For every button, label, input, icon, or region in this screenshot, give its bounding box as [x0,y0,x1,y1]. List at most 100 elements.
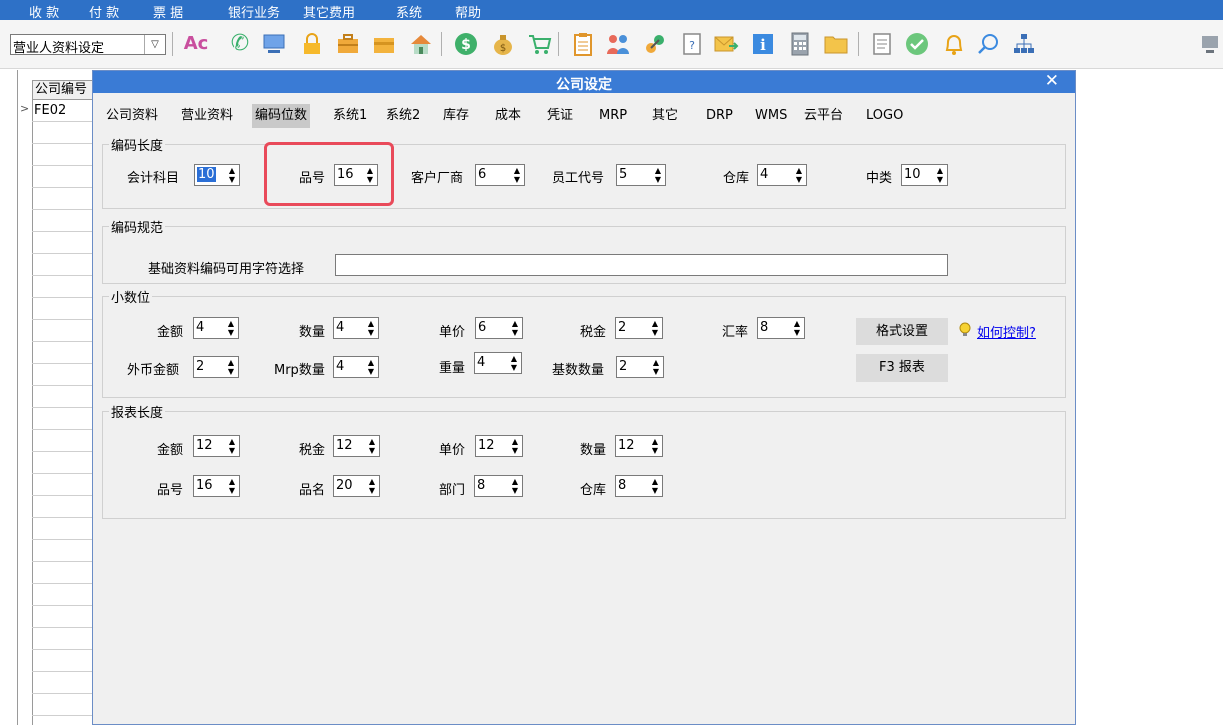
report-tax-spinner[interactable]: 12 ▲ ▼ [333,435,380,457]
briefcase-icon[interactable] [334,30,362,58]
menu-item-system[interactable]: 系统 [396,2,422,21]
monitor-icon[interactable] [260,30,288,58]
account-subject-spinner[interactable]: 10 ▲ ▼ [194,164,240,186]
spinner-arrows-icon[interactable]: ▲ ▼ [510,437,520,455]
report-warehouse-spinner[interactable]: 8 ▲ ▼ [615,475,663,497]
table-row[interactable] [32,386,96,408]
spinner-arrows-icon[interactable]: ▲ ▼ [650,437,660,455]
spinner-arrows-icon[interactable]: ▲ ▼ [366,358,376,376]
table-row[interactable] [32,298,96,320]
decimal-unit-price-spinner[interactable]: 6 ▲ ▼ [475,317,523,339]
decimal-quantity-spinner[interactable]: 4 ▲ ▼ [333,317,379,339]
tab-code-digits[interactable]: 编码位数 [252,104,311,128]
tab-system2[interactable]: 系统2 [383,104,423,128]
menu-item-help[interactable]: 帮助 [455,2,481,21]
spinner-arrows-icon[interactable]: ▲ ▼ [794,166,804,184]
table-row[interactable] [32,452,96,474]
tab-business-info[interactable]: 营业资料 [178,104,236,128]
table-row[interactable] [32,144,96,166]
table-row[interactable] [32,562,96,584]
table-row[interactable]: FE02 [32,100,96,122]
decimal-amount-spinner[interactable]: 4 ▲ ▼ [193,317,239,339]
menu-item-bank[interactable]: 银行业务 [228,2,280,21]
home-icon[interactable] [407,30,435,58]
money-bag-icon[interactable]: $ [489,30,517,58]
link-icon[interactable] [641,30,669,58]
tab-cost[interactable]: 成本 [492,104,524,128]
table-row[interactable] [32,540,96,562]
decimal-exchange-rate-spinner[interactable]: 8 ▲ ▼ [757,317,805,339]
info-icon[interactable]: i [749,30,777,58]
table-row[interactable] [32,518,96,540]
bell-icon[interactable] [940,30,968,58]
spinner-arrows-icon[interactable]: ▲ ▼ [510,319,520,337]
spinner-arrows-icon[interactable]: ▲ ▼ [227,437,237,455]
grid-header-company-code[interactable]: 公司编号 [32,80,96,100]
table-row[interactable] [32,276,96,298]
spinner-arrows-icon[interactable]: ▲ ▼ [935,166,945,184]
chevron-down-icon[interactable]: ▽ [144,35,165,54]
spinner-arrows-icon[interactable]: ▲ ▼ [509,354,519,372]
menu-item-bills[interactable]: 票 据 [153,2,183,21]
warehouse-code-spinner[interactable]: 4 ▲ ▼ [757,164,807,186]
menu-item-other-fees[interactable]: 其它费用 [303,2,355,21]
users-icon[interactable] [604,30,632,58]
table-row[interactable] [32,694,96,716]
table-row[interactable] [32,584,96,606]
spinner-arrows-icon[interactable]: ▲ ▼ [651,358,661,376]
spinner-arrows-icon[interactable]: ▲ ▼ [512,166,522,184]
report-department-spinner[interactable]: 8 ▲ ▼ [474,475,523,497]
menu-item-pay[interactable]: 付 款 [89,2,119,21]
table-row[interactable] [32,650,96,672]
tab-logo[interactable]: LOGO [863,104,906,128]
org-chart-icon[interactable] [1010,30,1038,58]
spinner-arrows-icon[interactable]: ▲ ▼ [650,477,660,495]
tab-drp[interactable]: DRP [703,104,736,128]
how-to-control-link[interactable]: 如何控制? [977,322,1036,341]
spinner-arrows-icon[interactable]: ▲ ▼ [367,477,377,495]
tab-company-info[interactable]: 公司资料 [103,104,161,128]
table-row[interactable] [32,474,96,496]
employee-code-spinner[interactable]: 5 ▲ ▼ [616,164,666,186]
document-icon[interactable] [868,30,896,58]
report-unit-price-spinner[interactable]: 12 ▲ ▼ [475,435,523,457]
report-amount-spinner[interactable]: 12 ▲ ▼ [193,435,240,457]
table-row[interactable] [32,232,96,254]
customer-vendor-spinner[interactable]: 6 ▲ ▼ [475,164,525,186]
table-row[interactable] [32,210,96,232]
folder-icon[interactable] [370,30,398,58]
spinner-arrows-icon[interactable]: ▲ ▼ [653,166,663,184]
decimal-weight-spinner[interactable]: 4 ▲ ▼ [474,352,522,374]
spinner-arrows-icon[interactable]: ▲ ▼ [226,319,236,337]
cart-icon[interactable] [526,30,554,58]
table-row[interactable] [32,364,96,386]
search-icon[interactable] [975,30,1003,58]
table-row[interactable] [32,188,96,210]
mail-forward-icon[interactable] [712,30,740,58]
decimal-tax-spinner[interactable]: 2 ▲ ▼ [615,317,663,339]
table-row[interactable] [32,122,96,144]
menu-item-receive[interactable]: 收 款 [29,2,59,21]
dollar-icon[interactable]: $ [452,30,480,58]
table-row[interactable] [32,342,96,364]
table-row[interactable] [32,254,96,276]
tab-mrp[interactable]: MRP [596,104,630,128]
spinner-arrows-icon[interactable]: ▲ ▼ [650,319,660,337]
report-item-number-spinner[interactable]: 16 ▲ ▼ [193,475,240,497]
report-quantity-spinner[interactable]: 12 ▲ ▼ [615,435,663,457]
decimal-mrp-quantity-spinner[interactable]: 4 ▲ ▼ [333,356,379,378]
table-row[interactable] [32,430,96,452]
spinner-arrows-icon[interactable]: ▲ ▼ [226,358,236,376]
tab-system1[interactable]: 系统1 [330,104,370,128]
table-row[interactable] [32,320,96,342]
clipboard-icon[interactable] [569,30,597,58]
spinner-arrows-icon[interactable]: ▲ ▼ [227,477,237,495]
calculator-icon[interactable] [786,30,814,58]
help-document-icon[interactable]: ? [678,30,706,58]
tab-wms[interactable]: WMS [752,104,790,128]
table-row[interactable] [32,496,96,518]
spellcheck-icon[interactable]: Ac [182,30,210,58]
table-row[interactable] [32,166,96,188]
close-icon[interactable]: ✕ [1045,71,1059,91]
spinner-arrows-icon[interactable]: ▲ ▼ [792,319,802,337]
